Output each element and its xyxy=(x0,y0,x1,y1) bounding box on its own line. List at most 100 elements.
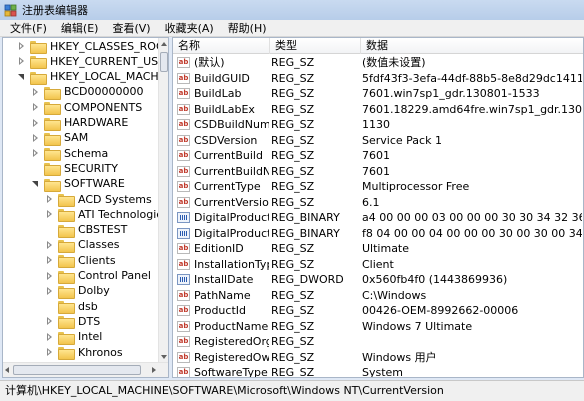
value-row[interactable]: DigitalProductl...REG_BINARY f8 04 00 00 … xyxy=(173,226,583,241)
column-header-data[interactable]: 数据 xyxy=(361,38,583,54)
value-row[interactable]: ab BuildLabEx REG_SZ 7601.18229.amd64fre.wi… xyxy=(173,102,583,117)
value-type: REG_SZ xyxy=(271,56,315,69)
tree-horizontal-scrollbar[interactable] xyxy=(3,362,168,377)
collapsed-triangle-icon[interactable] xyxy=(46,332,54,342)
collapsed-triangle-icon[interactable] xyxy=(46,210,54,219)
column-header-type[interactable]: 类型 xyxy=(270,38,361,54)
collapsed-triangle-icon[interactable] xyxy=(32,87,40,97)
folder-icon xyxy=(44,163,61,177)
tree-horizontal-scroll-thumb[interactable] xyxy=(13,365,141,375)
tree-node[interactable]: dsb xyxy=(46,299,99,315)
tree-vertical-scrollbar[interactable] xyxy=(158,38,168,363)
tree-node[interactable]: BCD00000000 xyxy=(32,85,145,100)
collapsed-triangle-icon[interactable] xyxy=(32,133,40,143)
value-row[interactable]: ab InstallationTypeREG_SZ Client xyxy=(173,257,583,272)
tree-node[interactable]: HKEY_CLASSES_ROOT xyxy=(18,39,168,54)
tree-node[interactable]: COMPONENTS xyxy=(32,100,143,116)
window-title: 注册表编辑器 xyxy=(22,4,88,17)
folder-icon xyxy=(58,285,75,299)
value-row[interactable]: ab CurrentType REG_SZ Multiprocessor Free xyxy=(173,179,583,194)
value-row[interactable]: ab SoftwareType REG_SZ System xyxy=(173,365,583,377)
tree-node[interactable]: CBSTEST xyxy=(46,223,128,238)
scroll-up-arrow-icon[interactable] xyxy=(161,42,167,46)
value-row[interactable]: ab CurrentBuild REG_SZ 7601 xyxy=(173,148,583,163)
values-list[interactable]: 名称 类型 数据 ab (默认) REG_SZ (数值未设置) ab BuildGUID R… xyxy=(172,37,584,378)
tree-node[interactable]: HARDWARE xyxy=(32,116,129,131)
value-row[interactable]: ab RegisteredOrg...REG_SZ xyxy=(173,334,583,349)
collapsed-triangle-icon[interactable] xyxy=(18,57,26,66)
tree-node[interactable]: Control Panel xyxy=(46,269,152,284)
menu-help[interactable]: 帮助(H) xyxy=(221,21,274,36)
value-row[interactable]: ab BuildLab REG_SZ 7601.win7sp1_gdr.130801-… xyxy=(173,86,583,101)
tree-node[interactable]: Clients xyxy=(46,253,117,269)
collapsed-triangle-icon[interactable] xyxy=(46,271,54,281)
collapsed-triangle-icon[interactable] xyxy=(46,348,54,357)
tree-node[interactable]: Khronos xyxy=(46,345,124,360)
tree-node[interactable]: ATI Technologie xyxy=(46,207,164,223)
collapsed-triangle-icon[interactable] xyxy=(32,149,40,158)
value-data: Windows 7 Ultimate xyxy=(362,319,473,333)
menu-edit[interactable]: 编辑(E) xyxy=(54,21,106,36)
value-row[interactable]: DigitalProductIdREG_BINARY a4 00 00 00 03… xyxy=(173,210,583,225)
value-row[interactable]: ab PathName REG_SZ C:\Windows xyxy=(173,288,583,303)
value-row[interactable]: ab ProductId REG_SZ 00426-OEM-8992662-00006 xyxy=(173,303,583,318)
value-type: REG_SZ xyxy=(271,350,315,364)
value-name-cell: ab ProductName xyxy=(177,319,269,334)
column-header-name[interactable]: 名称 xyxy=(173,38,270,54)
menu-favorites[interactable]: 收藏夹(A) xyxy=(158,21,221,36)
value-row[interactable]: InstallDate REG_DWORD 0x560fb4f0 (14438699… xyxy=(173,272,583,287)
value-name-cell: ab PathName xyxy=(177,288,269,303)
tree-node[interactable]: DTS xyxy=(46,314,101,330)
tree-node-label: ACD Systems xyxy=(78,192,152,206)
title-bar[interactable]: 注册表编辑器 xyxy=(0,0,584,20)
registry-tree[interactable]: HKEY_CLASSES_ROOT HKEY_CURRENT_USER HKEY_L… xyxy=(2,37,169,378)
tree-node[interactable]: HKEY_CURRENT_USER xyxy=(18,54,168,70)
collapsed-triangle-icon[interactable] xyxy=(32,103,40,112)
tree-node[interactable]: Schema xyxy=(32,146,109,162)
tree-vertical-scroll-thumb[interactable] xyxy=(160,52,168,72)
collapsed-triangle-icon[interactable] xyxy=(46,240,54,250)
value-name-cell: DigitalProductId xyxy=(177,210,269,225)
collapsed-triangle-icon[interactable] xyxy=(46,317,54,326)
collapsed-triangle-icon[interactable] xyxy=(46,286,54,296)
value-row[interactable]: ab BuildGUID REG_SZ 5fdf43f3-3efa-44df-88b5… xyxy=(173,71,583,86)
value-row[interactable]: ab (默认) REG_SZ (数值未设置) xyxy=(173,55,583,70)
folder-icon xyxy=(58,239,75,253)
tree-node-label: SOFTWARE xyxy=(64,177,125,191)
tree-node[interactable]: SECURITY xyxy=(32,161,119,177)
scroll-down-arrow-icon[interactable] xyxy=(161,355,167,359)
value-row[interactable]: ab CurrentVersion REG_SZ 6.1 xyxy=(173,195,583,210)
value-row[interactable]: ab CurrentBuildN...REG_SZ 7601 xyxy=(173,164,583,179)
value-type: REG_SZ xyxy=(271,164,315,178)
expanded-triangle-icon[interactable] xyxy=(18,73,26,82)
menu-file[interactable]: 文件(F) xyxy=(3,21,54,36)
menu-view[interactable]: 查看(V) xyxy=(105,21,157,36)
value-row[interactable]: ab CSDVersion REG_SZ Service Pack 1 xyxy=(173,133,583,148)
tree-node[interactable]: ACD Systems xyxy=(46,192,153,207)
value-row[interactable]: ab EditionID REG_SZ Ultimate xyxy=(173,241,583,256)
expanded-triangle-icon[interactable] xyxy=(32,180,40,189)
value-row[interactable]: ab ProductName REG_SZ Windows 7 Ultimate xyxy=(173,319,583,334)
scroll-left-arrow-icon[interactable] xyxy=(5,367,9,373)
tree-node[interactable]: SOFTWARE xyxy=(32,177,126,192)
string-value-icon: ab xyxy=(177,88,190,99)
collapsed-triangle-icon[interactable] xyxy=(46,256,54,265)
value-name-cell: ab BuildLab xyxy=(177,86,269,101)
tree-node[interactable]: Classes xyxy=(46,238,120,253)
tree-node[interactable]: SAM xyxy=(32,131,89,146)
tree-node[interactable]: HKEY_LOCAL_MACHINE xyxy=(18,70,168,85)
scroll-right-arrow-icon[interactable] xyxy=(152,367,156,373)
value-row[interactable]: ab RegisteredOw...REG_SZ Windows 用户 xyxy=(173,350,583,365)
collapsed-triangle-icon[interactable] xyxy=(46,195,54,204)
tree-node[interactable]: Dolby xyxy=(46,284,111,299)
value-name: CurrentBuildN... xyxy=(194,164,269,178)
tree-node-label: Clients xyxy=(78,253,116,267)
collapsed-triangle-icon[interactable] xyxy=(32,118,40,128)
value-data: Multiprocessor Free xyxy=(362,180,470,193)
value-row[interactable]: ab CSDBuildNum...REG_SZ 1130 xyxy=(173,117,583,132)
string-value-icon: ab xyxy=(177,165,190,177)
string-value-icon: ab xyxy=(177,336,190,347)
tree-node[interactable]: Intel xyxy=(46,330,103,345)
collapsed-triangle-icon[interactable] xyxy=(18,42,26,51)
